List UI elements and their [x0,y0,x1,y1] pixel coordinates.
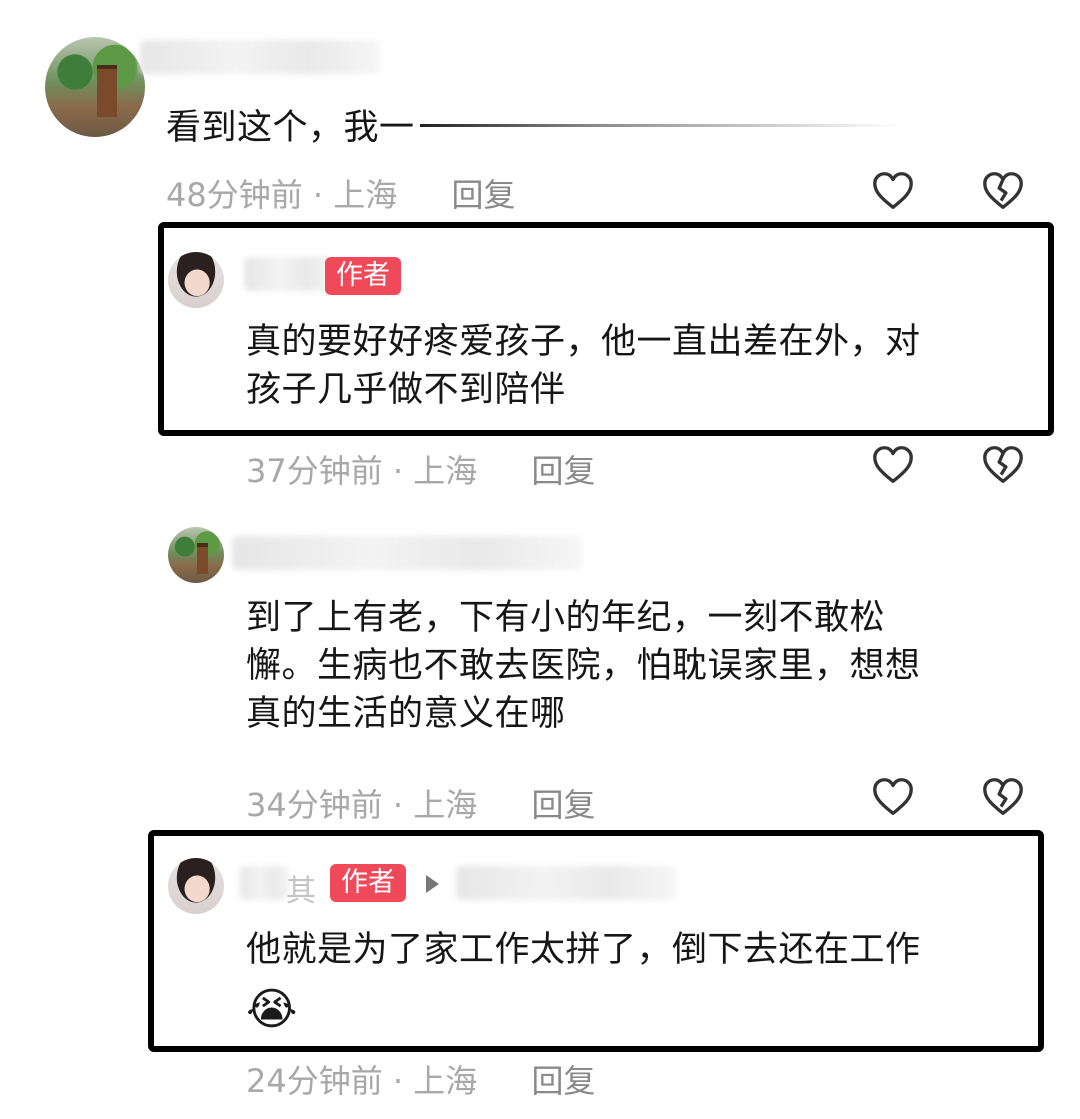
heart-icon[interactable] [870,442,916,488]
comment-time: 48分钟前 [166,176,303,214]
author-badge: 作者 [325,257,401,295]
comment-line: 真的生活的意义在哪 [246,694,566,734]
broken-heart-icon[interactable] [980,442,1026,488]
blurred-username[interactable] [240,866,290,900]
reply-button[interactable]: 回复 [451,176,515,214]
comment-text: 他就是为了家工作太拼了，倒下去还在工作 [246,930,921,970]
reply-button[interactable]: 回复 [531,452,595,490]
comment-line: 孩子几乎做不到陪伴 [246,370,566,410]
comment-text: 到了上有老，下有小的年纪，一刻不敢松 懈。生病也不敢去医院，怕耽误家里，想想 真… [246,594,921,738]
comment-location: 上海 [333,176,398,214]
separator-dot: · [312,176,324,214]
text-fade [420,124,900,127]
reply-button[interactable]: 回复 [531,786,595,824]
avatar[interactable] [168,858,224,914]
comment-location: 上海 [413,1062,478,1100]
username-fragment[interactable]: 其 [286,866,316,910]
broken-heart-icon[interactable] [980,168,1026,214]
comment-meta: 48分钟前 · 上海 回复 [166,170,515,216]
crying-emoji: 😭 [246,984,298,1035]
comment-line: 真的要好好疼爱孩子，他一直出差在外，对 [246,322,921,362]
comment-location: 上海 [413,452,478,490]
comment-meta: 37分钟前 · 上海 回复 [246,446,595,492]
blurred-username[interactable] [456,866,676,900]
avatar[interactable] [45,37,145,137]
comment-location: 上海 [413,786,478,824]
comment-text: 真的要好好疼爱孩子，他一直出差在外，对 孩子几乎做不到陪伴 [246,318,921,414]
blurred-username[interactable] [140,40,380,74]
separator-dot: · [392,452,404,490]
comment-meta: 34分钟前 · 上海 回复 [246,780,595,826]
separator-dot: · [392,1062,404,1100]
heart-icon[interactable] [870,168,916,214]
comment-time: 34分钟前 [246,786,383,824]
reply-button[interactable]: 回复 [531,1062,595,1100]
broken-heart-icon[interactable] [980,774,1026,820]
comment-text: 看到这个，我一 [166,108,415,148]
blurred-username[interactable] [232,536,582,570]
avatar[interactable] [168,252,224,308]
heart-icon[interactable] [870,774,916,820]
comment-time: 37分钟前 [246,452,383,490]
comment-time: 24分钟前 [246,1062,383,1100]
author-badge: 作者 [330,864,406,902]
separator-dot: · [392,786,404,824]
comment-line: 懈。生病也不敢去医院，怕耽误家里，想想 [246,646,921,686]
blurred-username[interactable] [244,257,334,291]
comment-line: 到了上有老，下有小的年纪，一刻不敢松 [246,598,886,638]
comment-meta: 24分钟前 · 上海 回复 [246,1056,595,1102]
avatar[interactable] [168,527,224,583]
play-triangle-icon [426,875,439,893]
